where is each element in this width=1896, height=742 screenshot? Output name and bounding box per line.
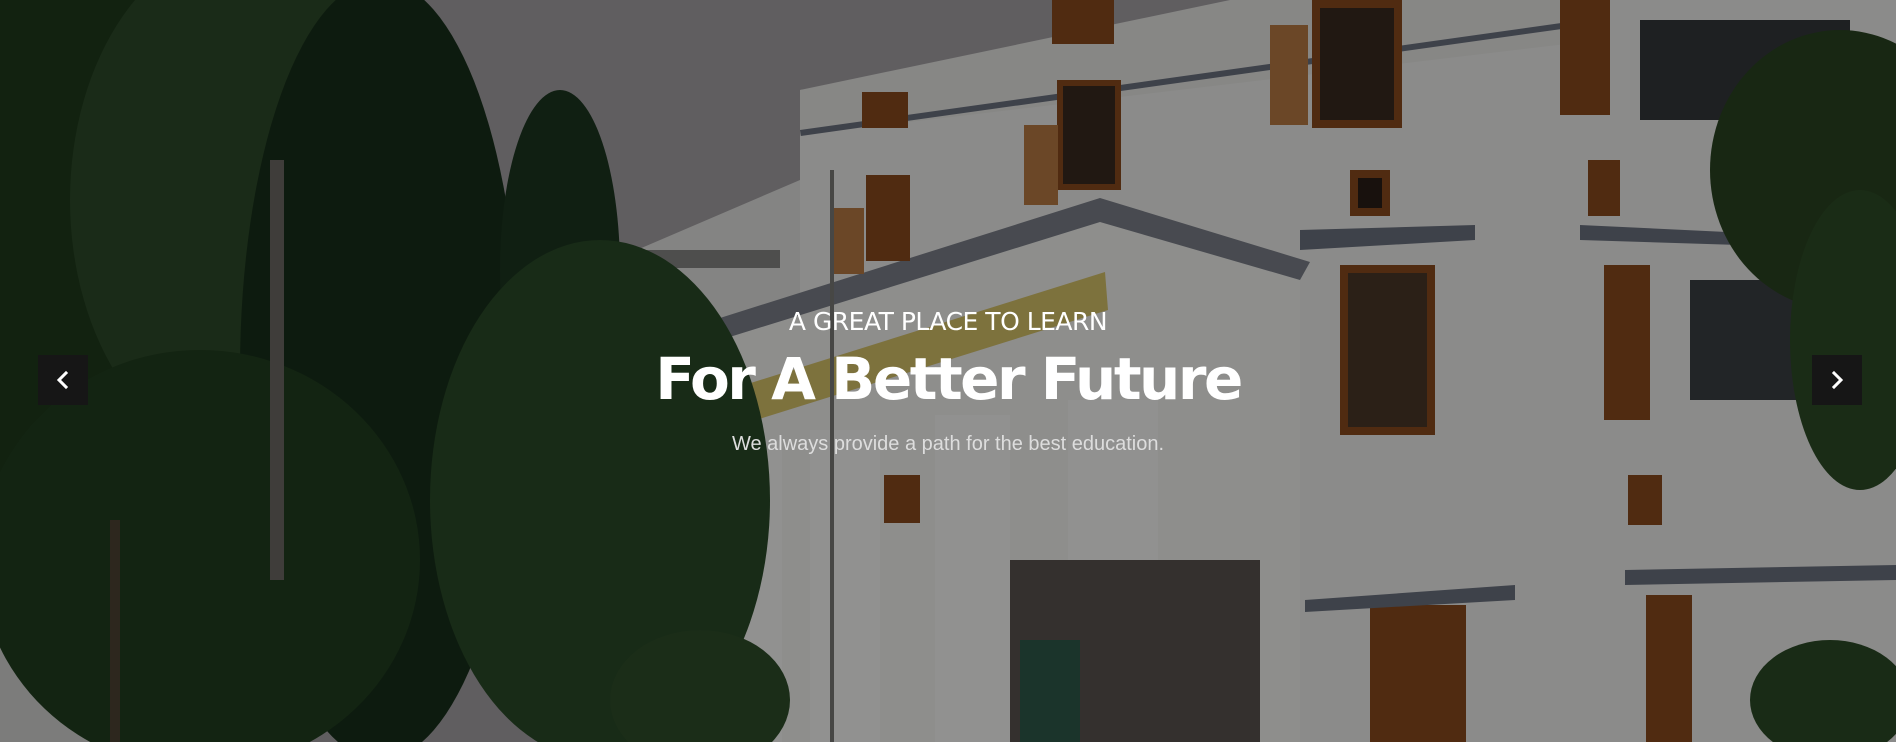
hero-tagline: A GREAT PLACE TO LEARN [788,307,1108,336]
carousel-next-button[interactable] [1812,355,1862,405]
chevron-right-icon [1831,370,1844,390]
hero-caption: A GREAT PLACE TO LEARN For A Better Futu… [0,0,1896,742]
carousel-prev-button[interactable] [38,355,88,405]
hero-carousel: A GREAT PLACE TO LEARN For A Better Futu… [0,0,1896,742]
chevron-left-icon [56,370,69,390]
hero-subtext: We always provide a path for the best ed… [731,433,1165,455]
hero-headline: For A Better Future [655,345,1243,413]
